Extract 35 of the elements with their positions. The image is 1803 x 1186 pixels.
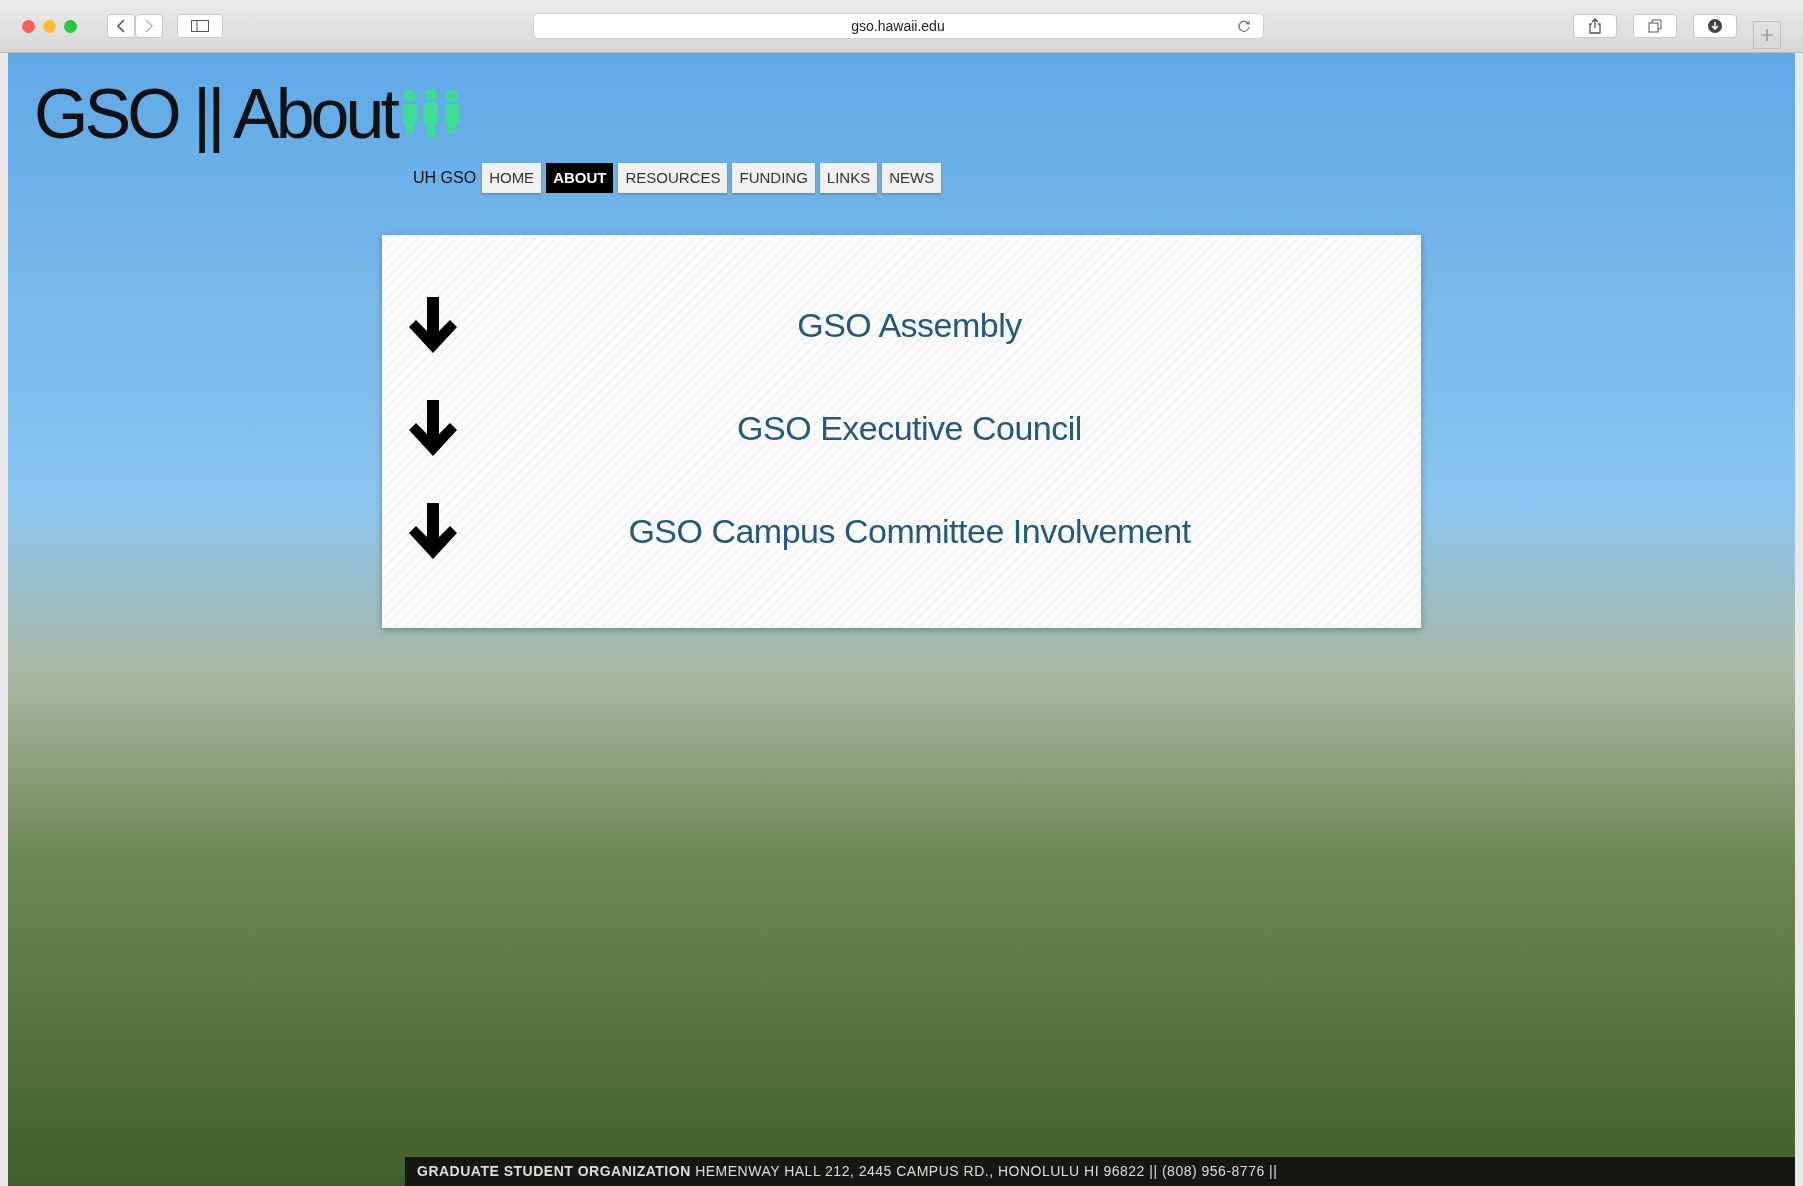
download-icon	[1708, 19, 1722, 33]
nav-tab[interactable]: LINKS	[819, 163, 878, 193]
sidebar-button[interactable]	[177, 14, 223, 38]
tabs-icon	[1648, 19, 1662, 33]
chevron-right-icon	[144, 19, 154, 33]
address-bar[interactable]: gso.hawaii.edu	[532, 13, 1264, 39]
section-link[interactable]: GSO Assembly	[458, 300, 1361, 351]
maximize-window-button[interactable]	[64, 19, 77, 33]
footer-address: GRADUATE STUDENT ORGANIZATION HEMENWAY HALL 212, 2445 CAMPUS RD., HONOLULU HI 96822 || (808) 956-8776 ||	[405, 1157, 1795, 1186]
plus-icon	[1760, 28, 1774, 42]
chevron-left-icon	[116, 19, 126, 33]
down-arrow-icon	[408, 296, 458, 355]
section-link[interactable]: GSO Campus Committee Involvement	[458, 506, 1361, 557]
new-tab-button[interactable]	[1753, 21, 1781, 49]
reload-icon[interactable]	[1236, 19, 1251, 33]
url-text: gso.hawaii.edu	[851, 16, 945, 36]
nav-tab[interactable]: ABOUT	[546, 163, 614, 193]
share-icon	[1588, 18, 1602, 34]
sidebar-icon	[191, 20, 209, 32]
site-title: GSO || About	[34, 75, 396, 153]
down-arrow-icon	[408, 502, 458, 561]
section-link[interactable]: GSO Executive Council	[458, 403, 1361, 454]
downloads-button[interactable]	[1693, 14, 1737, 38]
close-window-button[interactable]	[22, 19, 35, 33]
back-button[interactable]	[107, 14, 135, 38]
nav-tab[interactable]: FUNDING	[732, 163, 815, 193]
nav-tab[interactable]: RESOURCES	[618, 163, 728, 193]
forward-button[interactable]	[135, 14, 163, 38]
share-button[interactable]	[1573, 14, 1617, 38]
minimize-window-button[interactable]	[43, 19, 56, 33]
nav-label: UH GSO	[413, 168, 477, 188]
nav-tab[interactable]: NEWS	[882, 163, 942, 193]
nav-tab[interactable]: HOME	[482, 163, 542, 193]
tabs-button[interactable]	[1633, 14, 1677, 38]
down-arrow-icon	[408, 399, 458, 458]
